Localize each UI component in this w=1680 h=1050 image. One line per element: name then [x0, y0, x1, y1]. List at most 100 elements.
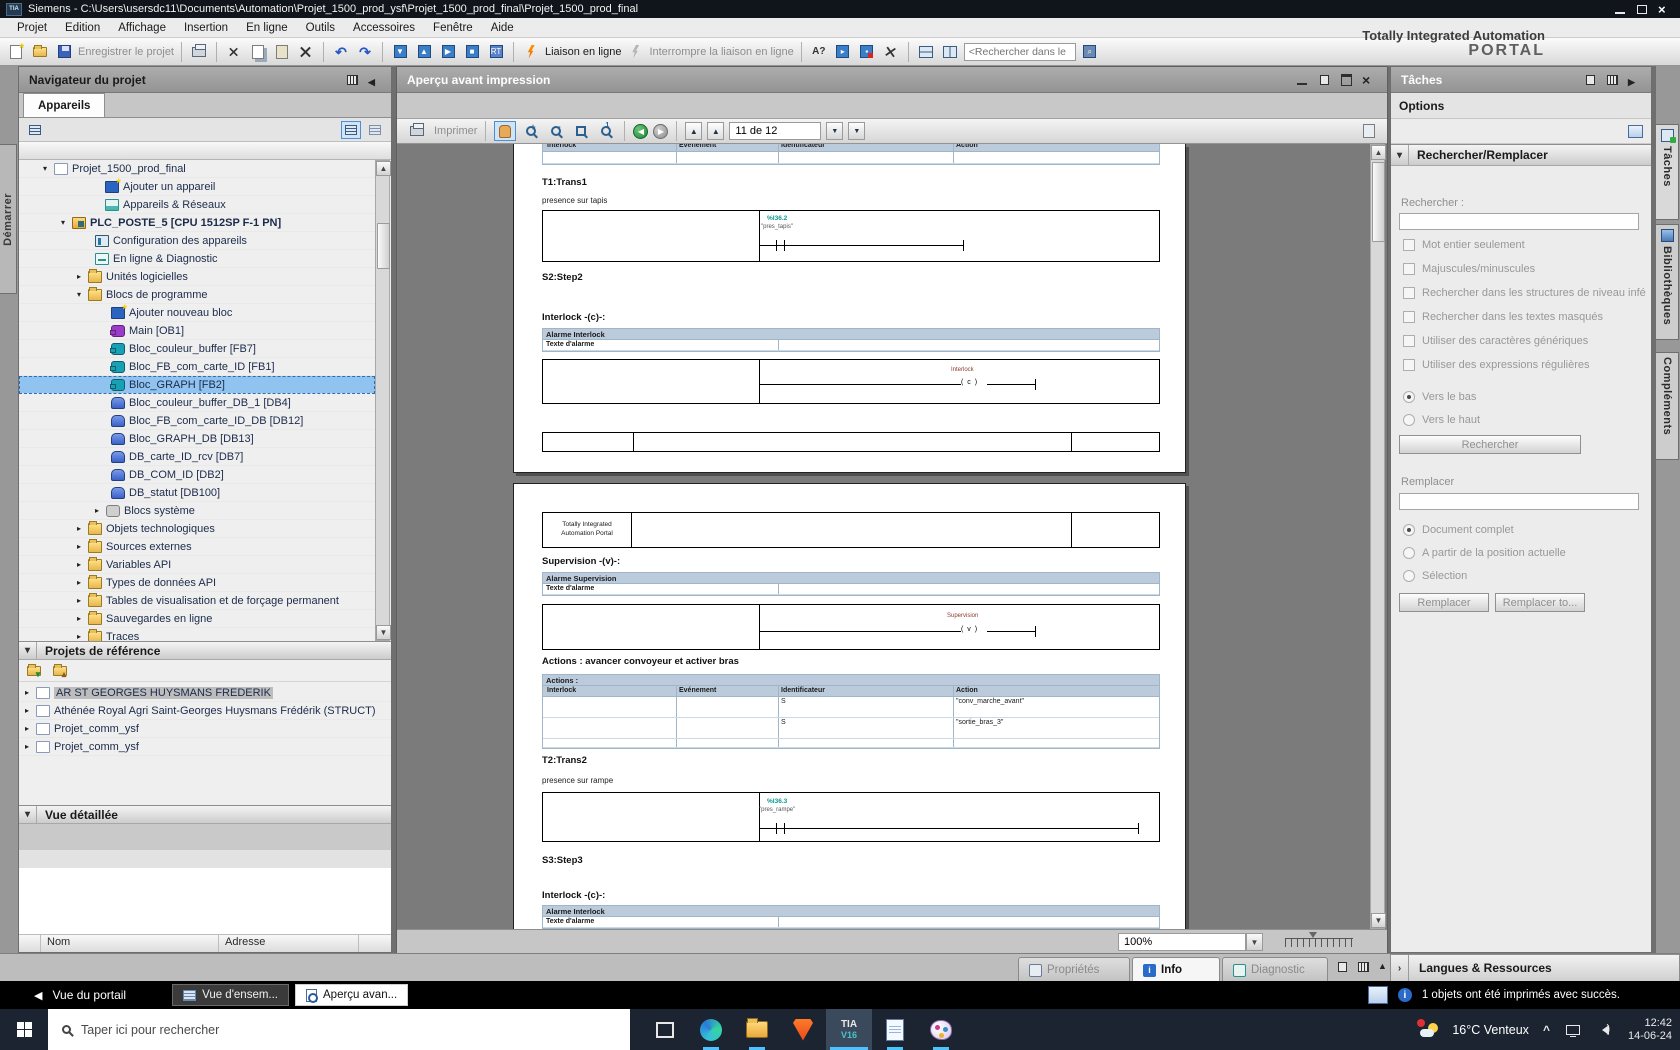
panel-restore-icon[interactable]: [1318, 74, 1331, 86]
zoom-level-field[interactable]: [1118, 933, 1246, 951]
tree-item-traces[interactable]: ▸ Traces: [19, 628, 375, 641]
collapse-icon[interactable]: ▸: [77, 560, 88, 569]
tree-item-ext-sources[interactable]: ▸ Sources externes: [19, 538, 375, 556]
collapse-icon[interactable]: ▸: [25, 706, 36, 715]
first-page-icon[interactable]: ▲: [685, 122, 703, 140]
print-label[interactable]: Imprimer: [434, 125, 477, 137]
radio-from-position[interactable]: A partir de la position actuelle: [1403, 547, 1655, 559]
paint-app[interactable]: [918, 1009, 964, 1050]
check-wildcards[interactable]: Utiliser des caractères génériques: [1403, 335, 1655, 347]
zoom-slider[interactable]: [1285, 938, 1353, 947]
radio-icon[interactable]: [1403, 414, 1415, 426]
tree-item-devices-networks[interactable]: Appareils & Réseaux: [19, 196, 375, 214]
expand-icon[interactable]: ▾: [43, 164, 54, 173]
collapse-panel-icon[interactable]: [368, 74, 381, 86]
replace-button[interactable]: Remplacer: [1399, 593, 1489, 612]
tab-proprietes[interactable]: Propriétés: [1018, 957, 1130, 982]
collapse-icon[interactable]: ▸: [77, 524, 88, 533]
tia-portal-app[interactable]: TIA V16: [826, 1009, 872, 1050]
tree-item-watch-tables[interactable]: ▸ Tables de visualisation et de forçage p…: [19, 592, 375, 610]
checkbox-icon[interactable]: [1403, 311, 1415, 323]
cross-references-icon[interactable]: [881, 42, 901, 62]
upload-from-device-icon[interactable]: ▲: [414, 42, 434, 62]
panel-columns-icon[interactable]: [1606, 74, 1619, 86]
radio-up[interactable]: Vers le haut: [1403, 414, 1655, 426]
tree-item-fb7[interactable]: Bloc_couleur_buffer [FB7]: [19, 340, 375, 358]
close-reference-icon[interactable]: ▴: [50, 661, 70, 681]
detail-col-name[interactable]: Nom: [41, 935, 219, 952]
search-project-icon[interactable]: ⌕: [1080, 42, 1100, 62]
stop-cpu-icon[interactable]: ■: [462, 42, 482, 62]
scroll-thumb[interactable]: [377, 223, 390, 269]
network-icon[interactable]: [1564, 1022, 1582, 1038]
tree-scrollbar[interactable]: ▲ ▼: [375, 160, 391, 641]
paste-icon[interactable]: [272, 42, 292, 62]
taskbar-search[interactable]: Taper ici pour rechercher: [48, 1009, 630, 1050]
panel-minimize-icon[interactable]: [1296, 74, 1309, 86]
tree-item-plc-tags[interactable]: ▸ Variables API: [19, 556, 375, 574]
start-button[interactable]: [0, 1009, 48, 1050]
tree-item-db100[interactable]: DB_statut [DB100]: [19, 484, 375, 502]
collapse-icon[interactable]: ▸: [77, 596, 88, 605]
menu-en-ligne[interactable]: En ligne: [237, 18, 297, 38]
panel-maximize-icon[interactable]: [1340, 73, 1353, 86]
save-project-icon[interactable]: [54, 42, 74, 62]
go-online-label[interactable]: Liaison en ligne: [545, 46, 621, 58]
tree-item-project[interactable]: ▾ Projet_1500_prod_final: [19, 160, 375, 178]
tree-item-db12[interactable]: Bloc_FB_com_carte_ID_DB [DB12]: [19, 412, 375, 430]
edge-app[interactable]: [688, 1009, 734, 1050]
zoom-selection-icon[interactable]: [571, 121, 591, 141]
radio-icon[interactable]: [1403, 524, 1415, 536]
menu-edition[interactable]: Edition: [56, 18, 109, 38]
open-reference-icon[interactable]: ▾: [24, 661, 44, 681]
checkbox-icon[interactable]: [1403, 263, 1415, 275]
task-view-button[interactable]: [642, 1009, 688, 1050]
tree-item-db2[interactable]: DB_COM_ID [DB2]: [19, 466, 375, 484]
tree-item-system-blocks[interactable]: ▸ Blocs système: [19, 502, 375, 520]
find-button[interactable]: Rechercher: [1399, 435, 1581, 454]
last-page-icon[interactable]: ▼: [848, 122, 866, 140]
page-up-icon[interactable]: ▲: [707, 122, 725, 140]
redo-icon[interactable]: ↷: [355, 42, 375, 62]
page-dropdown-icon[interactable]: ▼: [826, 122, 844, 140]
menu-accessoires[interactable]: Accessoires: [344, 18, 424, 38]
scroll-thumb[interactable]: [1372, 162, 1385, 242]
zoom-slider-marker[interactable]: [1309, 932, 1317, 938]
scroll-up-icon[interactable]: ▲: [376, 161, 391, 176]
copy-icon[interactable]: [248, 42, 268, 62]
check-match-case[interactable]: Majuscules/minuscules: [1403, 263, 1655, 275]
inspector-restore-icon[interactable]: [1336, 961, 1349, 973]
ref-item-0[interactable]: ▸ AR ST GEORGES HUYSMANS FREDERIK: [19, 684, 391, 702]
ref-item-2[interactable]: ▸ Projet_comm_ysf: [19, 720, 391, 738]
explorer-app[interactable]: [734, 1009, 780, 1050]
chevron-right-icon[interactable]: ›: [1391, 955, 1409, 981]
side-tab-taches[interactable]: Tâches: [1656, 124, 1679, 220]
check-whole-words[interactable]: Mot entier seulement: [1403, 239, 1655, 251]
chevron-down-icon[interactable]: ▾: [19, 806, 37, 823]
check-regex[interactable]: Utiliser des expressions régulières: [1403, 359, 1655, 371]
tree-item-device-config[interactable]: Configuration des appareils: [19, 232, 375, 250]
replace-all-button[interactable]: Remplacer to...: [1495, 593, 1585, 612]
zoom-dropdown-icon[interactable]: ▼: [1246, 933, 1263, 951]
checkbox-icon[interactable]: [1403, 287, 1415, 299]
tree-item-add-device[interactable]: Ajouter un appareil: [19, 176, 375, 196]
stop-simulation-icon[interactable]: ▪: [857, 42, 877, 62]
menu-fenetre[interactable]: Fenêtre: [424, 18, 482, 38]
taskbar-clock[interactable]: 12:42 14-06-24: [1628, 1017, 1672, 1043]
radio-icon[interactable]: [1403, 570, 1415, 582]
close-icon[interactable]: [1658, 4, 1670, 15]
replace-input[interactable]: [1399, 493, 1639, 510]
cut-icon[interactable]: [224, 42, 244, 62]
notepad-app[interactable]: [872, 1009, 918, 1050]
accessible-devices-icon[interactable]: A?: [809, 42, 829, 62]
collapse-icon[interactable]: ▸: [25, 688, 36, 697]
side-tab-complements[interactable]: Compléments: [1656, 352, 1679, 460]
tree-item-tech-objects[interactable]: ▸ Objets technologiques: [19, 520, 375, 538]
tab-appareils[interactable]: Appareils: [23, 93, 106, 117]
page-number-field[interactable]: [729, 122, 822, 140]
previous-page-icon[interactable]: ◀: [633, 123, 649, 139]
weather-icon[interactable]: [1417, 1018, 1439, 1038]
float-window-icon[interactable]: [1628, 124, 1643, 138]
print-preview-button[interactable]: Aperçu avan...: [295, 984, 409, 1006]
tree-item-add-block[interactable]: Ajouter nouveau bloc: [19, 302, 375, 322]
